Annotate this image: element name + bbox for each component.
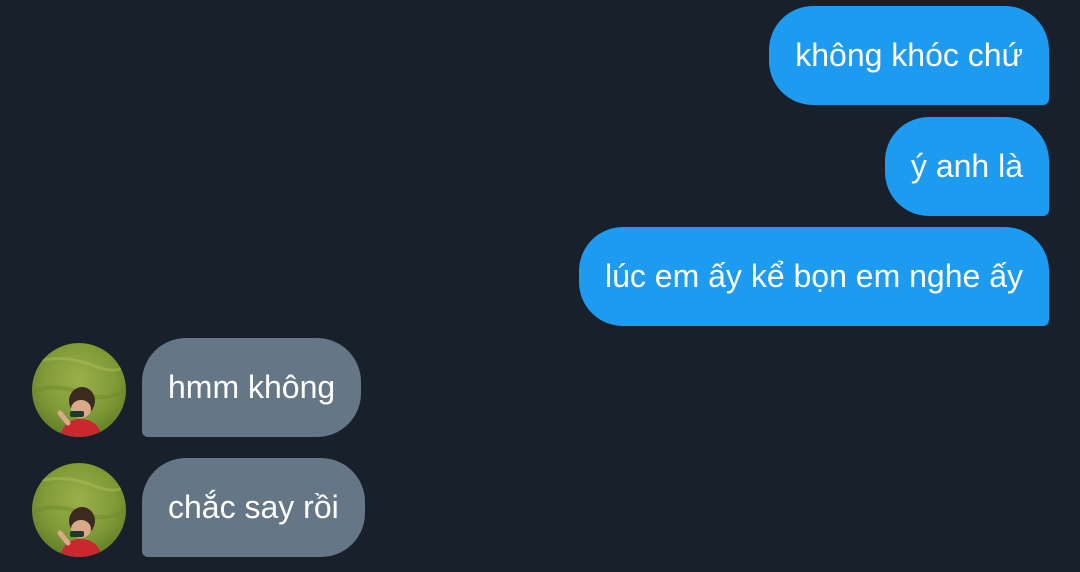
message-text: ý anh là [910, 148, 1023, 184]
avatar-photo-icon [32, 463, 126, 557]
sent-message-bubble[interactable]: ý anh là [884, 117, 1049, 216]
message-text: lúc em ấy kể bọn em nghe ấy [604, 258, 1023, 294]
sent-message-bubble[interactable]: không khóc chứ [769, 6, 1049, 105]
user-avatar[interactable] [32, 343, 126, 437]
received-message-bubble[interactable]: hmm không [142, 338, 362, 437]
user-avatar[interactable] [32, 463, 126, 557]
message-text: không khóc chứ [795, 37, 1023, 73]
message-text: chắc say rồi [168, 489, 339, 525]
message-text: hmm không [168, 369, 336, 405]
sent-message-bubble[interactable]: lúc em ấy kể bọn em nghe ấy [578, 227, 1049, 326]
avatar-photo-icon [32, 343, 126, 437]
received-message-bubble[interactable]: chắc say rồi [142, 458, 365, 557]
conversation-thread: không khóc chứ ý anh là lúc em ấy kể bọn… [0, 0, 1080, 572]
